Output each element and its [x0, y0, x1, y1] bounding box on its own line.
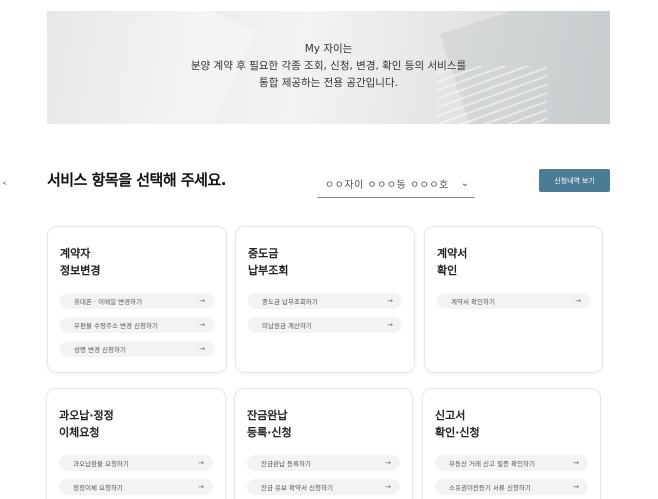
link-label: 잔금 유보 확약서 신청하기: [261, 484, 333, 492]
link-label: 정정이체 요청하기: [73, 484, 123, 492]
link-ownership-transfer-docs[interactable]: 소유권이전등기 서류 신청하기 →: [435, 479, 588, 495]
link-correction-transfer[interactable]: 정정이체 요청하기 →: [59, 479, 213, 495]
arrow-right-icon: →: [387, 297, 393, 305]
link-label: 소유권이전등기 서류 신청하기: [449, 484, 531, 492]
card-title: 과오납·정정 이체요청: [59, 407, 114, 441]
arrow-right-icon: →: [199, 297, 205, 305]
card-contractor-info: 계약자 정보변경 휴대폰 · 이메일 변경하기 → 우편물 수령주소 변경 신청하…: [47, 226, 227, 373]
link-label: 과오납환불 요청하기: [73, 460, 129, 468]
card-title-line: 계약서: [437, 247, 468, 260]
arrow-right-icon: →: [385, 483, 391, 491]
card-overpayment-correction: 과오납·정정 이체요청 과오납환불 요청하기 → 정정이체 요청하기 →: [46, 388, 226, 499]
link-label: 부동산 거래 신고 필증 확인하기: [449, 460, 536, 468]
card-title-line: 과오납·정정: [59, 409, 114, 422]
arrow-right-icon: →: [198, 483, 204, 491]
edge-mark: <: [2, 180, 8, 187]
link-change-mail-address[interactable]: 우편물 수령주소 변경 신청하기 →: [60, 317, 214, 333]
banner-line: 분양 계약 후 필요한 각종 조회, 신청, 변경, 확인 등의 서비스를: [190, 60, 467, 72]
card-title-line: 등록·신청: [247, 426, 292, 439]
hero-banner: My 자이는 분양 계약 후 필요한 각종 조회, 신청, 변경, 확인 등의 …: [47, 11, 610, 124]
arrow-right-icon: →: [387, 321, 393, 329]
link-label: 계약서 확인하기: [451, 298, 495, 306]
card-title-line: 확인·신청: [435, 426, 480, 439]
link-balance-deferral[interactable]: 잔금 유보 확약서 신청하기 →: [247, 479, 400, 495]
unit-select-value: ㅇㅇ자이 ㅇㅇㅇ동 ㅇㅇㅇ호: [325, 180, 449, 191]
link-label: 우편물 수령주소 변경 신청하기: [74, 322, 158, 330]
card-title-line: 납부조회: [248, 264, 289, 277]
link-contract-view[interactable]: 계약서 확인하기 →: [437, 293, 590, 309]
link-change-phone-email[interactable]: 휴대폰 · 이메일 변경하기 →: [60, 293, 214, 309]
card-title: 잔금완납 등록·신청: [247, 407, 292, 441]
arrow-right-icon: →: [198, 459, 204, 467]
link-label: 휴대폰 · 이메일 변경하기: [74, 298, 143, 306]
banner-line: 통합 제공하는 전용 공간입니다.: [259, 77, 398, 89]
banner-line: My 자이는: [304, 43, 353, 55]
card-title-line: 확인: [437, 264, 458, 277]
link-label: 중도금 납부조회하기: [262, 298, 318, 306]
card-report-check: 신고서 확인·신청 부동산 거래 신고 필증 확인하기 → 소유권이전등기 서류 …: [422, 388, 601, 499]
link-label: 미납원금 계산하기: [262, 322, 312, 330]
card-title-line: 정보변경: [60, 264, 101, 277]
card-title: 계약서 확인: [437, 245, 467, 279]
arrow-right-icon: →: [573, 459, 579, 467]
card-title-line: 신고서: [435, 409, 466, 422]
card-title-line: 이체요청: [59, 426, 100, 439]
link-balance-register[interactable]: 잔금완납 등록하기 →: [247, 455, 400, 471]
link-label: 잔금완납 등록하기: [261, 460, 311, 468]
link-unpaid-calc[interactable]: 미납원금 계산하기 →: [248, 317, 402, 333]
card-interim-payment: 중도금 납부조회 중도금 납부조회하기 → 미납원금 계산하기 →: [235, 226, 415, 373]
card-title: 계약자 정보변경: [60, 245, 100, 279]
view-history-button[interactable]: 신청내역 보기: [539, 169, 610, 192]
card-balance-payment: 잔금완납 등록·신청 잔금완납 등록하기 → 잔금 유보 확약서 신청하기 →: [234, 388, 413, 499]
card-title-line: 중도금: [248, 247, 279, 260]
link-transaction-report[interactable]: 부동산 거래 신고 필증 확인하기 →: [435, 455, 588, 471]
card-title-line: 잔금완납: [247, 409, 288, 422]
chevron-down-icon: ⌄: [460, 178, 470, 189]
link-label: 성명 변경 신청하기: [74, 346, 126, 354]
link-refund-request[interactable]: 과오납환불 요청하기 →: [59, 455, 213, 471]
arrow-right-icon: →: [573, 483, 579, 491]
unit-select-dropdown[interactable]: ㅇㅇ자이 ㅇㅇㅇ동 ㅇㅇㅇ호 ⌄: [317, 170, 475, 198]
card-contract-check: 계약서 확인 계약서 확인하기 →: [424, 226, 603, 373]
section-title: 서비스 항목을 선택해 주세요.: [47, 171, 226, 189]
banner-text: My 자이는 분양 계약 후 필요한 각종 조회, 신청, 변경, 확인 등의 …: [47, 41, 610, 92]
card-title: 신고서 확인·신청: [435, 407, 480, 441]
link-interim-payment-inquiry[interactable]: 중도금 납부조회하기 →: [248, 293, 402, 309]
arrow-right-icon: →: [575, 297, 581, 305]
arrow-right-icon: →: [199, 321, 205, 329]
arrow-right-icon: →: [385, 459, 391, 467]
card-title-line: 계약자: [60, 247, 91, 260]
arrow-right-icon: →: [199, 345, 205, 353]
link-change-name[interactable]: 성명 변경 신청하기 →: [60, 341, 214, 357]
card-title: 중도금 납부조회: [248, 245, 288, 279]
